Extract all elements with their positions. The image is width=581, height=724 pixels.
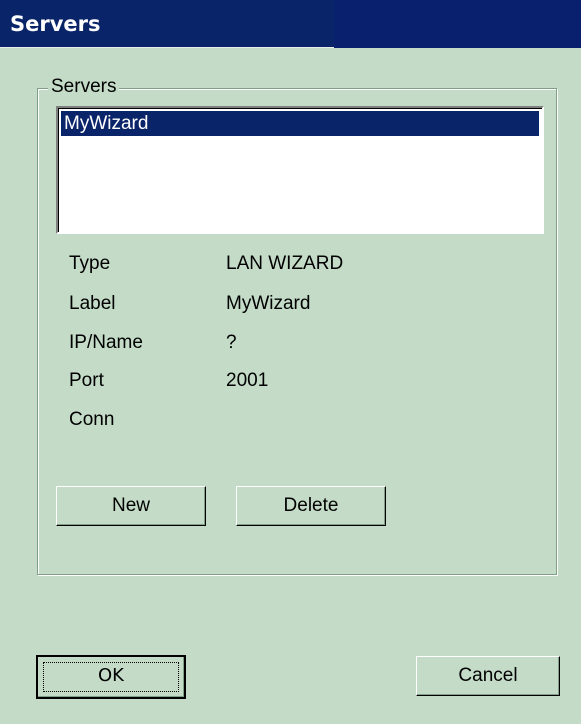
ok-button-label: OK [98,665,124,686]
port-value: 2001 [226,370,269,391]
ok-button[interactable]: OK [36,655,186,699]
ip-name-value: ? [226,332,237,353]
title-bar-gradient [334,0,581,48]
servers-group-legend: Servers [48,76,120,98]
type-value: LAN WIZARD [226,253,344,274]
port-label: Port [69,370,104,391]
label-value: MyWizard [226,293,311,314]
type-label: Type [69,253,111,274]
title-bar[interactable]: Servers [0,0,581,48]
window-title: Servers [10,12,101,36]
server-list-item-selected[interactable]: MyWizard [61,111,539,136]
new-button[interactable]: New [56,486,206,526]
delete-button[interactable]: Delete [236,486,386,526]
label-label: Label [69,293,116,314]
ip-name-label: IP/Name [69,332,143,353]
server-listbox[interactable]: MyWizard [56,106,544,234]
conn-label: Conn [69,409,115,430]
new-button-label: New [111,495,150,516]
delete-button-label: Delete [283,495,339,516]
cancel-button[interactable]: Cancel [416,656,560,696]
cancel-button-label: Cancel [458,665,518,686]
